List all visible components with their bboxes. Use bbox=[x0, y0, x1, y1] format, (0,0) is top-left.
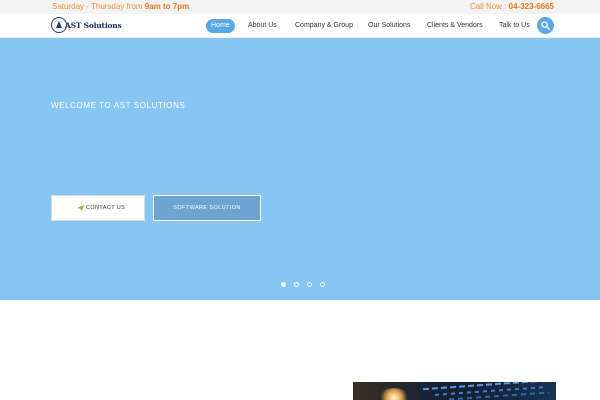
light-flare bbox=[379, 388, 409, 400]
business-hours: Saturday - Thursday from 9am to 7pm bbox=[52, 2, 189, 11]
contact-us-button[interactable]: CONTACT US bbox=[51, 195, 145, 221]
call-prefix: Call Now : bbox=[469, 2, 509, 11]
logo-text: AST Solutions bbox=[65, 21, 122, 30]
paper-plane-icon bbox=[77, 205, 84, 211]
nav-home[interactable]: Home bbox=[206, 19, 235, 33]
nav-about-us[interactable]: About Us bbox=[248, 19, 277, 33]
hours-time: 9am to 7pm bbox=[144, 2, 190, 11]
slider-dot-1[interactable] bbox=[281, 282, 286, 287]
site-header: AST Solutions Home About Us Company & Gr… bbox=[0, 14, 600, 38]
nav-clients-vendors[interactable]: Clients & Vendors bbox=[427, 19, 483, 33]
software-solution-button[interactable]: SOFTWARE SOLUTION bbox=[153, 195, 261, 221]
phone-number[interactable]: 04-323-6665 bbox=[509, 2, 554, 11]
code-screen-image bbox=[353, 382, 556, 400]
nav-company-group[interactable]: Company & Group bbox=[295, 19, 353, 33]
search-button[interactable] bbox=[537, 17, 554, 34]
contact-us-label: CONTACT US bbox=[86, 205, 126, 211]
hero-slider: WELCOME TO AST SOLUTIONS CONTACT US SOFT… bbox=[0, 38, 600, 300]
hours-prefix: Saturday - Thursday from bbox=[52, 2, 145, 11]
software-solution-label: SOFTWARE SOLUTION bbox=[173, 205, 241, 211]
slider-dot-2[interactable] bbox=[294, 282, 299, 287]
nav-our-solutions[interactable]: Our Solutions bbox=[368, 19, 410, 33]
company-logo[interactable]: AST Solutions bbox=[51, 17, 122, 35]
hero-welcome-text: WELCOME TO AST SOLUTIONS bbox=[51, 101, 186, 110]
search-icon bbox=[541, 21, 550, 30]
top-info-bar: Saturday - Thursday from 9am to 7pm Call… bbox=[0, 0, 600, 14]
call-now: Call Now : 04-323-6665 bbox=[470, 2, 554, 11]
slider-dot-4[interactable] bbox=[320, 282, 325, 287]
nav-talk-to-us[interactable]: Talk to Us bbox=[499, 19, 530, 33]
slider-dot-3[interactable] bbox=[307, 282, 312, 287]
